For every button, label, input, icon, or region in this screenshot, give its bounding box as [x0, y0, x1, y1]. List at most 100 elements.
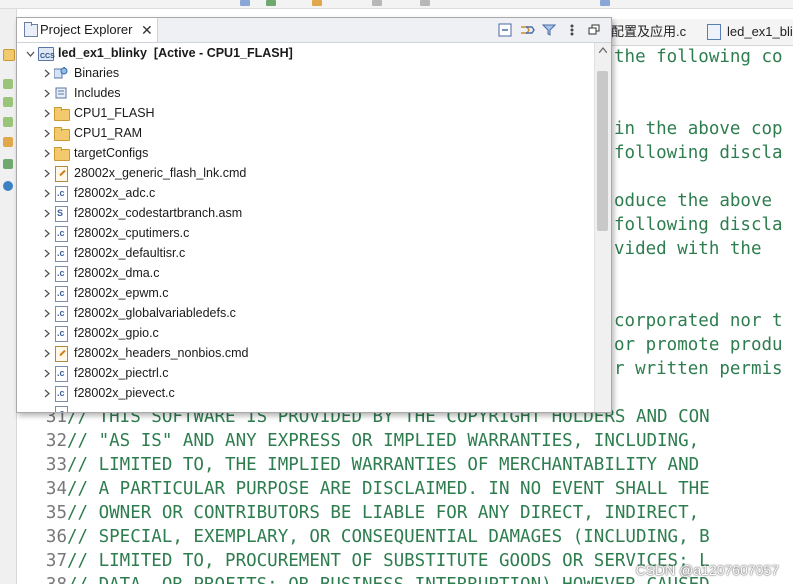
code-line-text: // LIMITED TO, THE IMPLIED WARRANTIES OF…: [67, 455, 700, 475]
folder-icon: [53, 145, 70, 161]
code-line-text: // A PARTICULAR PURPOSE ARE DISCLAIMED. …: [67, 479, 710, 499]
collapsed-arrow-icon[interactable]: [41, 183, 51, 203]
scrollbar-thumb[interactable]: [597, 71, 608, 231]
code-line-text: // "AS IS" AND ANY EXPRESS OR IMPLIED WA…: [67, 431, 700, 451]
console-icon[interactable]: [3, 159, 13, 169]
code-fragment: the following co: [614, 47, 783, 67]
collapsed-arrow-icon[interactable]: [41, 103, 51, 123]
collapsed-arrow-icon[interactable]: [41, 203, 51, 223]
tree-item-label: targetConfigs: [74, 146, 149, 160]
debug-icon[interactable]: [3, 137, 13, 147]
editor-tab[interactable]: led_ex1_blin: [707, 19, 793, 45]
code-fragment: r written permis: [614, 359, 783, 379]
scroll-up-arrow-icon[interactable]: [595, 43, 611, 57]
collapsed-arrow-icon[interactable]: [41, 223, 51, 243]
code-line-text: // SPECIAL, EXEMPLARY, OR CONSEQUENTIAL …: [67, 527, 710, 547]
code-fragment: oduce the above: [614, 191, 773, 211]
project-explorer-minimized-icon[interactable]: [3, 49, 15, 61]
view-menu-button[interactable]: [563, 21, 581, 39]
collapsed-arrow-icon[interactable]: [41, 123, 51, 143]
tree-item-label: f28002x_gpio.c: [74, 326, 159, 340]
main-toolbar: [0, 0, 793, 9]
watermark: CSDN @a1207607057: [635, 562, 779, 578]
collapsed-arrow-icon[interactable]: [41, 283, 51, 303]
tree-item-label: f28002x_globalvariabledefs.c: [74, 306, 236, 320]
restore-icon: [588, 24, 600, 35]
collapsed-arrow-icon[interactable]: [41, 323, 51, 343]
toolbar-icon[interactable]: [420, 0, 430, 6]
toolbar-icon[interactable]: [600, 0, 610, 6]
collapse-all-button[interactable]: [496, 21, 514, 39]
tree-scrollbar[interactable]: [594, 43, 611, 412]
collapsed-arrow-icon[interactable]: [41, 163, 51, 183]
expanded-arrow-icon[interactable]: [25, 43, 35, 63]
outline-icon[interactable]: [3, 97, 13, 107]
toolbar-icon[interactable]: [240, 0, 250, 6]
c-file-icon: .c: [53, 285, 69, 302]
code-line: 34// A PARTICULAR PURPOSE ARE DISCLAIMED…: [17, 477, 793, 501]
code-line: 33// LIMITED TO, THE IMPLIED WARRANTIES …: [17, 453, 793, 477]
toolbar-icon[interactable]: [266, 0, 276, 6]
collapsed-arrow-icon[interactable]: [41, 343, 51, 363]
c-file-icon: .c: [53, 265, 69, 282]
collapsed-arrow-icon[interactable]: [41, 83, 51, 103]
project-explorer-panel[interactable]: Project Explorer ✕ CCS led_ex1_blinky [A…: [16, 17, 612, 413]
project-name: led_ex1_blinky [Active - CPU1_FLASH]: [58, 46, 293, 60]
toolbar-icon[interactable]: [372, 0, 382, 6]
folder-icon: [53, 125, 70, 141]
editor-tab[interactable]: 配置及应用.c: [611, 19, 686, 45]
project-explorer-tab[interactable]: Project Explorer ✕: [17, 18, 158, 42]
tree-item-label: f28002x_cputimers.c: [74, 226, 190, 240]
collapsed-arrow-icon[interactable]: [41, 303, 51, 323]
tree-item-label: CPU1_RAM: [74, 126, 143, 140]
tree-item-label: f28002x_defaultisr.c: [74, 246, 186, 260]
code-fragment: or promote produ: [614, 335, 783, 355]
c-file-icon: .c: [53, 225, 69, 242]
binaries-icon: [53, 65, 69, 81]
collapsed-arrow-icon[interactable]: [41, 263, 51, 283]
tree-item-label: f28002x_headers_nonbios.cmd: [74, 346, 249, 360]
code-fragment: corporated nor t: [614, 311, 783, 331]
c-file-icon: .c: [53, 305, 69, 322]
code-line: 35// OWNER OR CONTRIBUTORS BE LIABLE FOR…: [17, 501, 793, 525]
collapsed-arrow-icon[interactable]: [41, 63, 51, 83]
code-fragment: following discla: [614, 143, 783, 163]
project-explorer-icon: [24, 22, 38, 37]
globe-icon[interactable]: [3, 181, 13, 191]
c-file-icon: .c: [53, 185, 69, 202]
code-line-text: // OWNER OR CONTRIBUTORS BE LIABLE FOR A…: [67, 503, 700, 523]
c-file-icon: [707, 23, 721, 40]
editor-tab-label: led_ex1_blin: [727, 24, 793, 39]
editor-tab-label: 配置及应用.c: [611, 24, 687, 39]
code-line-text: // LIMITED TO, PROCUREMENT OF SUBSTITUTE…: [67, 551, 710, 571]
line-number: 38: [41, 573, 67, 584]
folder-icon: [53, 105, 70, 121]
outline-icon[interactable]: [3, 79, 13, 89]
collapsed-arrow-icon[interactable]: [41, 383, 51, 403]
collapsed-arrow-icon[interactable]: [41, 143, 51, 163]
close-icon[interactable]: ✕: [141, 20, 153, 40]
project-root[interactable]: CCS led_ex1_blinky [Active - CPU1_FLASH]: [17, 43, 593, 63]
collapsed-arrow-icon[interactable]: [41, 363, 51, 383]
tree-item-label: f28002x_codestartbranch.asm: [74, 206, 243, 220]
project-tree[interactable]: CCS led_ex1_blinky [Active - CPU1_FLASH]…: [17, 43, 593, 412]
asm-file-icon: S: [53, 205, 69, 222]
toolbar-icon[interactable]: [312, 0, 322, 6]
ccs-project-icon: CCS: [37, 45, 55, 61]
code-fragment: following discla: [614, 215, 783, 235]
link-with-editor-button[interactable]: [518, 21, 536, 39]
project-explorer-title: Project Explorer: [40, 22, 133, 37]
outline-icon[interactable]: [3, 117, 13, 127]
c-file-icon: .c: [53, 385, 69, 402]
collapse-all-icon: [498, 23, 512, 37]
c-file-icon: .c: [53, 245, 69, 262]
c-file-icon: .c: [53, 365, 69, 382]
left-trim-bar: [0, 9, 17, 584]
restore-view-button[interactable]: [585, 21, 603, 39]
code-fragment: in the above cop: [614, 119, 783, 139]
collapsed-arrow-icon[interactable]: [41, 243, 51, 263]
tree-item-label: f28002x_epwm.c: [74, 286, 169, 300]
line-number: 37: [45, 551, 67, 571]
filter-button[interactable]: [540, 21, 558, 39]
link-icon: [521, 26, 535, 34]
